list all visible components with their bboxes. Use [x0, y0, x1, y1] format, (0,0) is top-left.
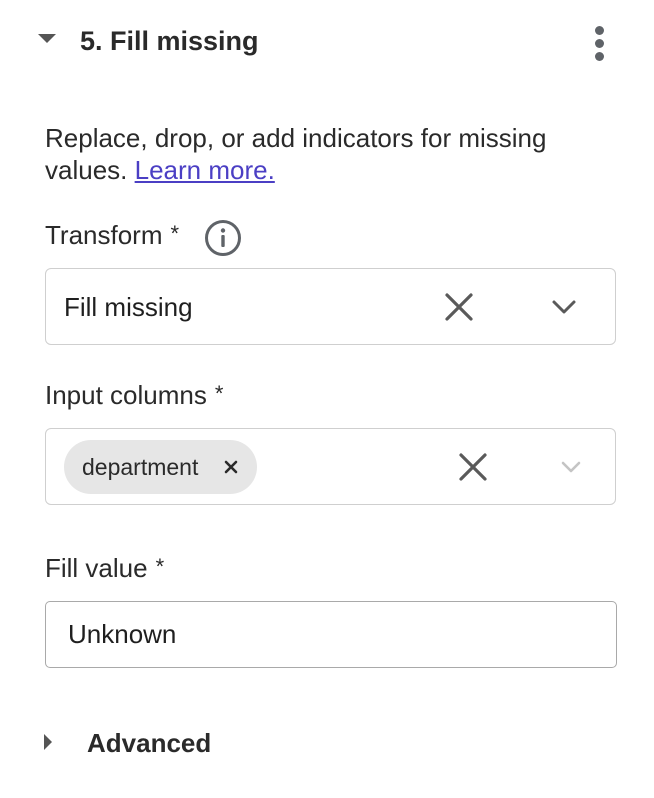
caret-down-icon[interactable] — [38, 34, 56, 43]
fill-value-label: Fill value * — [45, 552, 164, 586]
caret-right-icon[interactable] — [44, 734, 52, 750]
step-title: 5. Fill missing — [80, 26, 259, 56]
transform-label: Transform * — [45, 219, 179, 253]
input-columns-label: Input columns * — [45, 379, 223, 413]
step-description: Replace, drop, or add indicators for mis… — [45, 122, 615, 186]
required-marker: * — [214, 381, 224, 406]
input-columns-label-text: Input columns — [45, 380, 207, 410]
info-icon[interactable] — [204, 219, 242, 257]
close-icon[interactable] — [457, 451, 489, 483]
advanced-label: Advanced — [87, 728, 212, 758]
chevron-down-icon[interactable] — [556, 455, 586, 479]
description-text: Replace, drop, or add indicators for mis… — [45, 123, 547, 185]
learn-more-link[interactable]: Learn more. — [135, 155, 275, 185]
more-vertical-icon[interactable] — [588, 26, 612, 62]
input-columns-select[interactable]: department — [45, 428, 616, 505]
transform-label-text: Transform — [45, 220, 163, 250]
close-icon[interactable] — [224, 460, 238, 474]
advanced-section-toggle[interactable]: Advanced — [0, 720, 654, 770]
step-header: 5. Fill missing — [0, 0, 654, 84]
chip-label: department — [82, 454, 199, 480]
fill-value-label-text: Fill value — [45, 553, 148, 583]
transform-selected-value: Fill missing — [64, 292, 193, 322]
column-chip: department — [64, 440, 257, 494]
transform-select[interactable]: Fill missing — [45, 268, 616, 345]
close-icon[interactable] — [443, 291, 475, 323]
required-marker: * — [170, 221, 180, 246]
chevron-down-icon[interactable] — [549, 295, 579, 319]
fill-value-input[interactable] — [45, 601, 617, 668]
required-marker: * — [155, 554, 165, 579]
